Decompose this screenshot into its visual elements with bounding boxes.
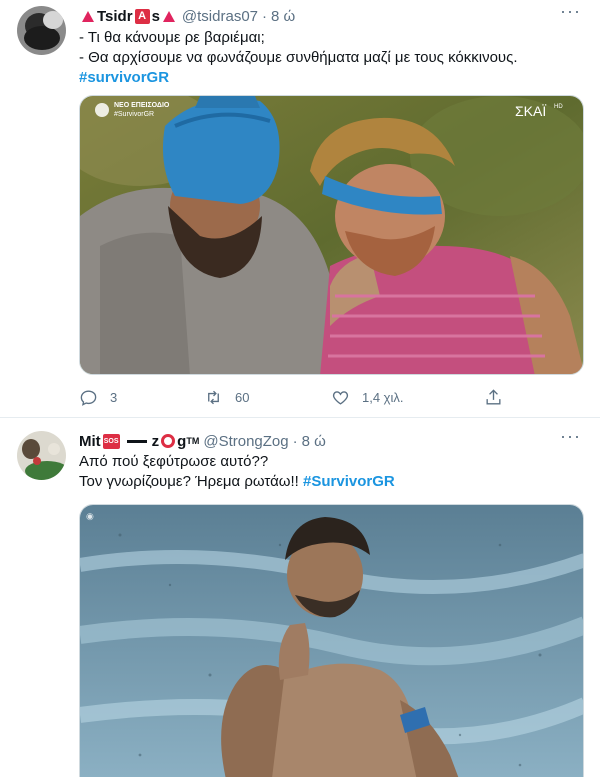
share-icon	[486, 388, 501, 405]
tweet-line: - Τι θα κάνουμε ρε βαριέμαι;	[79, 29, 265, 46]
like-button[interactable]: 1,4 χιλ.	[331, 386, 404, 408]
reply-button[interactable]: 3	[79, 386, 117, 408]
media-image: ◉	[80, 505, 583, 777]
more-icon[interactable]: ···	[560, 427, 580, 450]
red-triangle-icon	[82, 10, 94, 22]
overlay-badge: NEO ΕΠΕΙΣΟΔΙΟ	[114, 102, 170, 109]
like-icon	[332, 390, 349, 405]
tweet-text: - Τι θα κάνουμε ρε βαριέμαι; - Θα αρχίσο…	[79, 28, 582, 88]
overlay-tag: #SurvivorGR	[114, 111, 154, 118]
trademark-symbol: TM	[186, 436, 200, 446]
hashtag-link[interactable]: #survivorGR	[79, 69, 169, 86]
like-count: 1,4 χιλ.	[362, 389, 404, 405]
reply-icon	[80, 389, 97, 406]
tweet-header: Mit SOS z g TM @StrongZog · 8 ώ	[79, 431, 550, 451]
channel-logo-sup: HD	[554, 104, 563, 110]
retweet-icon	[208, 390, 219, 404]
retweet-count: 60	[235, 389, 250, 405]
media-image: NEO ΕΠΕΙΣΟΔΙΟ #SurvivorGR ΣΚΑΪ HD	[80, 96, 583, 374]
red-circle-icon	[161, 434, 176, 448]
timestamp[interactable]: 8 ώ	[302, 433, 326, 450]
sos-icon: SOS	[102, 433, 120, 449]
tweet-line: Από πού ξεφύτρωσε αυτό??	[79, 453, 269, 470]
separator-dot: ·	[262, 7, 267, 25]
svg-text:◉: ◉	[86, 511, 94, 521]
display-name[interactable]: Tsidr A s	[79, 8, 178, 25]
separator-dot: ·	[292, 432, 298, 450]
timestamp[interactable]: 8 ώ	[271, 8, 295, 25]
tweet-text: Από πού ξεφύτρωσε αυτό?? Τον γνωρίζουμε?…	[79, 452, 582, 492]
channel-logo: ΣΚΑΪ	[515, 103, 546, 119]
user-handle[interactable]: @tsidras07	[182, 8, 258, 25]
tweet-media[interactable]: NEO ΕΠΕΙΣΟΔΙΟ #SurvivorGR ΣΚΑΪ HD	[79, 95, 584, 375]
avatar[interactable]	[17, 431, 66, 480]
reply-count: 3	[110, 389, 118, 405]
tweet-line: - Θα αρχίσουμε να φωνάζουμε συνθήματα μα…	[79, 49, 518, 66]
hashtag-link[interactable]: #SurvivorGR	[303, 473, 395, 490]
a-button-icon: A	[134, 8, 150, 24]
tweet-header: Tsidr A s @tsidras07 · 8 ώ	[79, 6, 550, 26]
tweet[interactable]: Mit SOS z g TM @StrongZog · 8 ώ ··· Από …	[0, 419, 600, 777]
tweet[interactable]: Tsidr A s @tsidras07 · 8 ώ ··· - Τι θα κ…	[0, 0, 600, 418]
tweet-actions: 3 60 1,4 χιλ.	[79, 386, 509, 408]
retweet-button[interactable]: 60	[204, 386, 249, 408]
tweet-media[interactable]: ◉	[79, 504, 584, 777]
more-icon[interactable]: ···	[560, 2, 580, 25]
user-handle[interactable]: @StrongZog	[203, 433, 288, 450]
red-triangle-icon	[162, 10, 175, 22]
dash-icon	[126, 439, 147, 443]
avatar[interactable]	[17, 6, 66, 55]
display-name[interactable]: Mit SOS z g TM	[79, 433, 199, 450]
share-button[interactable]	[484, 386, 503, 408]
tweet-line: Τον γνωρίζουμε? Ήρεμα ρωτάω!!	[79, 473, 303, 490]
